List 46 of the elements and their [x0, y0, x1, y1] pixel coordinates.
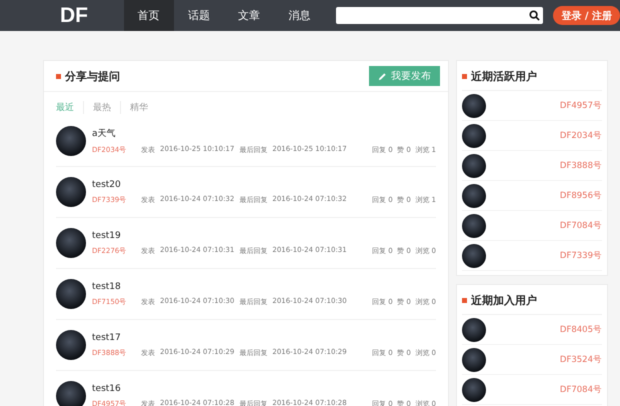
username[interactable]: DF8956号 — [560, 190, 602, 202]
post-title[interactable]: test17 — [92, 332, 436, 342]
avatar — [462, 348, 486, 372]
avatar — [462, 154, 486, 178]
username[interactable]: DF3524号 — [560, 354, 602, 366]
username[interactable]: DF4957号 — [560, 100, 602, 112]
post-title[interactable]: test20 — [92, 180, 436, 190]
publish-button[interactable]: 我要发布 — [369, 66, 440, 86]
login-button[interactable]: 登录 / 注册 — [553, 6, 620, 25]
nav-tab[interactable]: 首页 — [124, 0, 174, 31]
avatar — [462, 318, 486, 342]
search-icon[interactable] — [529, 10, 540, 21]
post-title[interactable]: test19 — [92, 230, 436, 240]
avatar — [56, 228, 86, 258]
search-field[interactable] — [336, 7, 544, 24]
username[interactable]: DF3888号 — [560, 160, 602, 172]
avatar — [462, 378, 486, 402]
logo[interactable]: DF — [60, 4, 124, 28]
nav-tab[interactable]: 文章 — [224, 0, 274, 31]
username[interactable]: DF8405号 — [560, 324, 602, 336]
username[interactable]: DF7084号 — [560, 384, 602, 396]
username[interactable]: DF2034号 — [560, 130, 602, 142]
post-title[interactable]: test18 — [92, 282, 436, 292]
avatar — [462, 184, 486, 208]
filter-tab[interactable]: 精华 — [120, 101, 157, 114]
nav-tab[interactable]: 话题 — [174, 0, 224, 31]
avatar — [56, 330, 86, 360]
avatar — [462, 124, 486, 148]
section-title: 近期活跃用户 — [462, 69, 602, 84]
avatar — [462, 94, 486, 118]
username[interactable]: DF7084号 — [560, 220, 602, 232]
filter-tab[interactable]: 最近 — [56, 101, 83, 114]
post-title[interactable]: a天气 — [92, 127, 436, 140]
pencil-icon — [378, 72, 387, 80]
section-title: 近期加入用户 — [462, 293, 602, 308]
avatar — [56, 177, 86, 207]
username[interactable]: DF7339号 — [560, 250, 602, 262]
avatar — [56, 126, 86, 156]
avatar — [56, 381, 86, 406]
post-title[interactable]: test16 — [92, 384, 436, 394]
avatar — [462, 214, 486, 238]
avatar — [56, 279, 86, 309]
section-title: 分享与提问 — [56, 68, 120, 84]
avatar — [462, 244, 486, 268]
filter-tab[interactable]: 最热 — [83, 101, 120, 114]
nav-tab[interactable]: 消息 — [274, 0, 324, 31]
